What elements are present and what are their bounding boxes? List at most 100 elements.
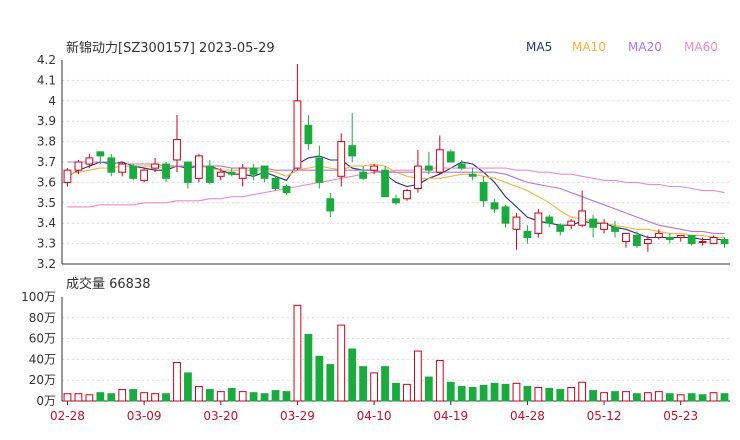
candle-body (556, 224, 565, 232)
candle (238, 164, 247, 187)
candle-body (381, 169, 389, 198)
volume-bar (611, 391, 619, 402)
candle (260, 165, 269, 183)
price-tick-label: 3.8 (37, 135, 56, 149)
volume-tick-label: 100万 (21, 290, 56, 304)
volume-bar (512, 382, 521, 402)
volume-title: 成交量 66838 (66, 276, 151, 292)
candle-body (424, 165, 433, 171)
candle-body (676, 234, 685, 238)
volume-bar (74, 393, 83, 402)
volume-tick-label: 20万 (29, 373, 56, 387)
volume-bar (326, 364, 335, 402)
volume-bar (468, 386, 477, 402)
candle (118, 162, 127, 177)
candle (600, 219, 608, 234)
candle-body (227, 171, 236, 175)
candle (227, 168, 236, 177)
volume-bar (622, 391, 630, 402)
volume-bar (424, 376, 433, 402)
candle-body (468, 173, 477, 177)
price-tick-label: 3.5 (37, 196, 56, 210)
volume-bar (337, 324, 346, 402)
date-label: 05-23 (663, 409, 698, 423)
candle-body (173, 139, 181, 161)
price-tick-label: 4.2 (37, 53, 56, 67)
candle-body (654, 232, 663, 238)
candle-body (578, 210, 587, 226)
candle-body (545, 216, 554, 224)
volume-bar (709, 392, 718, 402)
volume-bar (578, 381, 587, 402)
candle-body (698, 241, 707, 244)
volume-bar (654, 391, 663, 402)
price-panel: 4.2 4.1 4 3.9 3.8 3.7 3.6 3.5 3.4 3.3 3.2 (37, 53, 730, 271)
date-label: 02-28 (50, 409, 85, 423)
candle (490, 198, 499, 213)
volume-bar (633, 393, 641, 402)
candle-body (687, 234, 696, 245)
candle-body (315, 157, 324, 183)
candle-body (567, 220, 576, 226)
candle-body (282, 185, 291, 194)
volume-bar (643, 392, 652, 402)
volume-bar (249, 392, 258, 402)
volume-bar (140, 392, 149, 402)
candle-body (326, 198, 335, 212)
candle-body (512, 216, 521, 230)
chart-stage: 新锦动力[SZ300157] 2023-05-29 MA5 MA10 MA20 MA6… (0, 0, 740, 440)
candle-body (63, 169, 72, 183)
volume-bar (205, 389, 214, 402)
volume-bar (184, 372, 192, 402)
volume-bar (392, 382, 400, 402)
price-tick-label: 3.3 (37, 237, 56, 251)
volume-bar (304, 333, 313, 402)
candle-body (403, 190, 411, 200)
candle-body (194, 155, 203, 179)
volume-bar (490, 382, 499, 402)
volume-bar (414, 350, 422, 402)
candle-body (85, 157, 94, 165)
x-axis: 02-28 03-09 03-20 03-29 04-10 04-19 04-28 05-12… (50, 401, 698, 423)
volume-bar (162, 393, 170, 402)
candle (589, 215, 598, 238)
volume-bar (238, 391, 247, 402)
candle-body (622, 232, 630, 243)
volume-bar (687, 393, 696, 402)
volume-bar (359, 366, 368, 402)
candle (567, 219, 576, 230)
volume-bar (479, 384, 488, 402)
candle (129, 164, 138, 181)
candle-body (709, 236, 718, 245)
volume-tick-label: 80万 (29, 311, 56, 325)
date-label: 03-09 (127, 409, 162, 423)
volume-bar (676, 394, 685, 402)
volume-bar (63, 393, 72, 402)
date-label: 05-12 (587, 409, 622, 423)
candle-body (260, 165, 269, 179)
price-tick-label: 3.7 (37, 155, 56, 169)
candle-body (238, 167, 247, 179)
candle (523, 225, 532, 244)
candle (424, 151, 433, 175)
candle-body (96, 151, 105, 157)
candle (249, 164, 258, 181)
candle (107, 153, 116, 177)
chart-title: 新锦动力[SZ300157] 2023-05-29 (66, 40, 275, 56)
candle (392, 194, 400, 205)
candle-body (184, 161, 192, 183)
candle (414, 149, 422, 193)
candle (315, 145, 324, 189)
candle (468, 168, 477, 181)
candle-body (74, 161, 83, 171)
volume-bar (435, 359, 444, 402)
candle-body (435, 149, 444, 173)
candle (545, 215, 554, 228)
stock-chart: 新锦动力[SZ300157] 2023-05-29 MA5 MA10 MA20 MA6… (21, 40, 730, 423)
volume-bar (315, 355, 324, 402)
price-tick-label: 3.6 (37, 175, 56, 189)
candle (479, 176, 488, 207)
candle (304, 115, 313, 150)
price-tick-label: 4.1 (37, 73, 56, 87)
candle-body (370, 165, 378, 171)
